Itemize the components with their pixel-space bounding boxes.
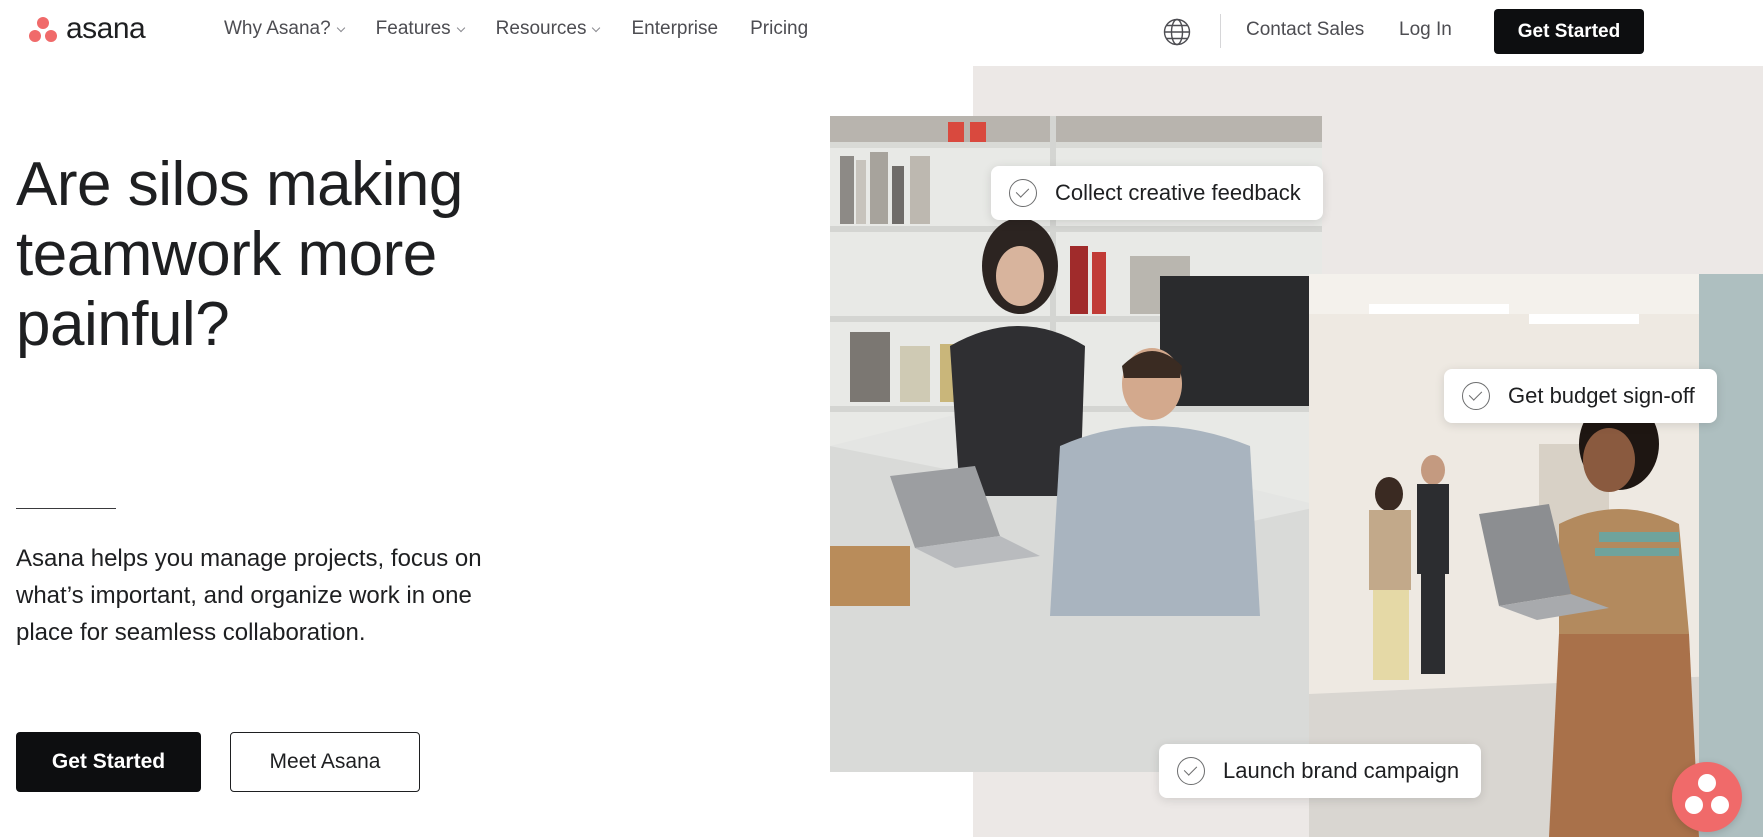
contact-sales-link[interactable]: Contact Sales <box>1246 19 1364 41</box>
nav-item-label: Resources <box>495 18 587 39</box>
task-card-brand-campaign[interactable]: Launch brand campaign <box>1159 744 1482 798</box>
log-in-link[interactable]: Log In <box>1399 19 1452 41</box>
site-header: asana Why Asana? Features Resources Ente… <box>0 0 1763 62</box>
check-circle-icon[interactable] <box>1177 757 1205 785</box>
chevron-down-icon <box>592 23 601 32</box>
asana-dots-icon <box>1698 774 1716 792</box>
task-card-label: Launch brand campaign <box>1223 758 1460 783</box>
task-card-label: Get budget sign-off <box>1508 383 1695 408</box>
nav-item-label: Why Asana? <box>224 18 331 39</box>
logo-wordmark: asana <box>66 12 146 45</box>
hero-description: Asana helps you manage projects, focus o… <box>16 545 482 646</box>
nav-item-pricing[interactable]: Pricing <box>750 18 808 40</box>
chevron-down-icon <box>456 23 465 32</box>
asana-logo-icon <box>28 15 58 43</box>
hero-divider <box>16 508 116 509</box>
nav-item-label: Pricing <box>750 18 809 39</box>
nav-item-why-asana[interactable]: Why Asana? <box>224 18 345 40</box>
check-circle-icon[interactable] <box>1462 382 1490 410</box>
nav-item-features[interactable]: Features <box>375 18 465 40</box>
meet-asana-button[interactable]: Meet Asana <box>230 732 420 792</box>
task-card-budget-sign-off[interactable]: Get budget sign-off <box>1444 369 1717 423</box>
nav-item-resources[interactable]: Resources <box>495 18 601 40</box>
nav-item-enterprise[interactable]: Enterprise <box>631 18 718 40</box>
task-card-label: Collect creative feedback <box>1055 180 1301 205</box>
globe-icon[interactable] <box>1162 17 1192 47</box>
chevron-down-icon <box>336 23 345 32</box>
header-get-started-button[interactable]: Get Started <box>1494 9 1644 54</box>
nav-item-label: Enterprise <box>631 18 719 39</box>
task-card-creative-feedback[interactable]: Collect creative feedback <box>991 166 1323 220</box>
hero-headline: Are silos making teamwork more painful? <box>16 150 463 359</box>
main-nav: Why Asana? Features Resources Enterprise… <box>224 18 840 40</box>
asana-logo[interactable]: asana <box>28 12 146 45</box>
header-divider <box>1220 14 1221 48</box>
check-circle-icon[interactable] <box>1009 179 1037 207</box>
help-chat-button[interactable] <box>1672 762 1742 832</box>
nav-item-label: Features <box>375 18 451 39</box>
get-started-button[interactable]: Get Started <box>16 732 201 792</box>
